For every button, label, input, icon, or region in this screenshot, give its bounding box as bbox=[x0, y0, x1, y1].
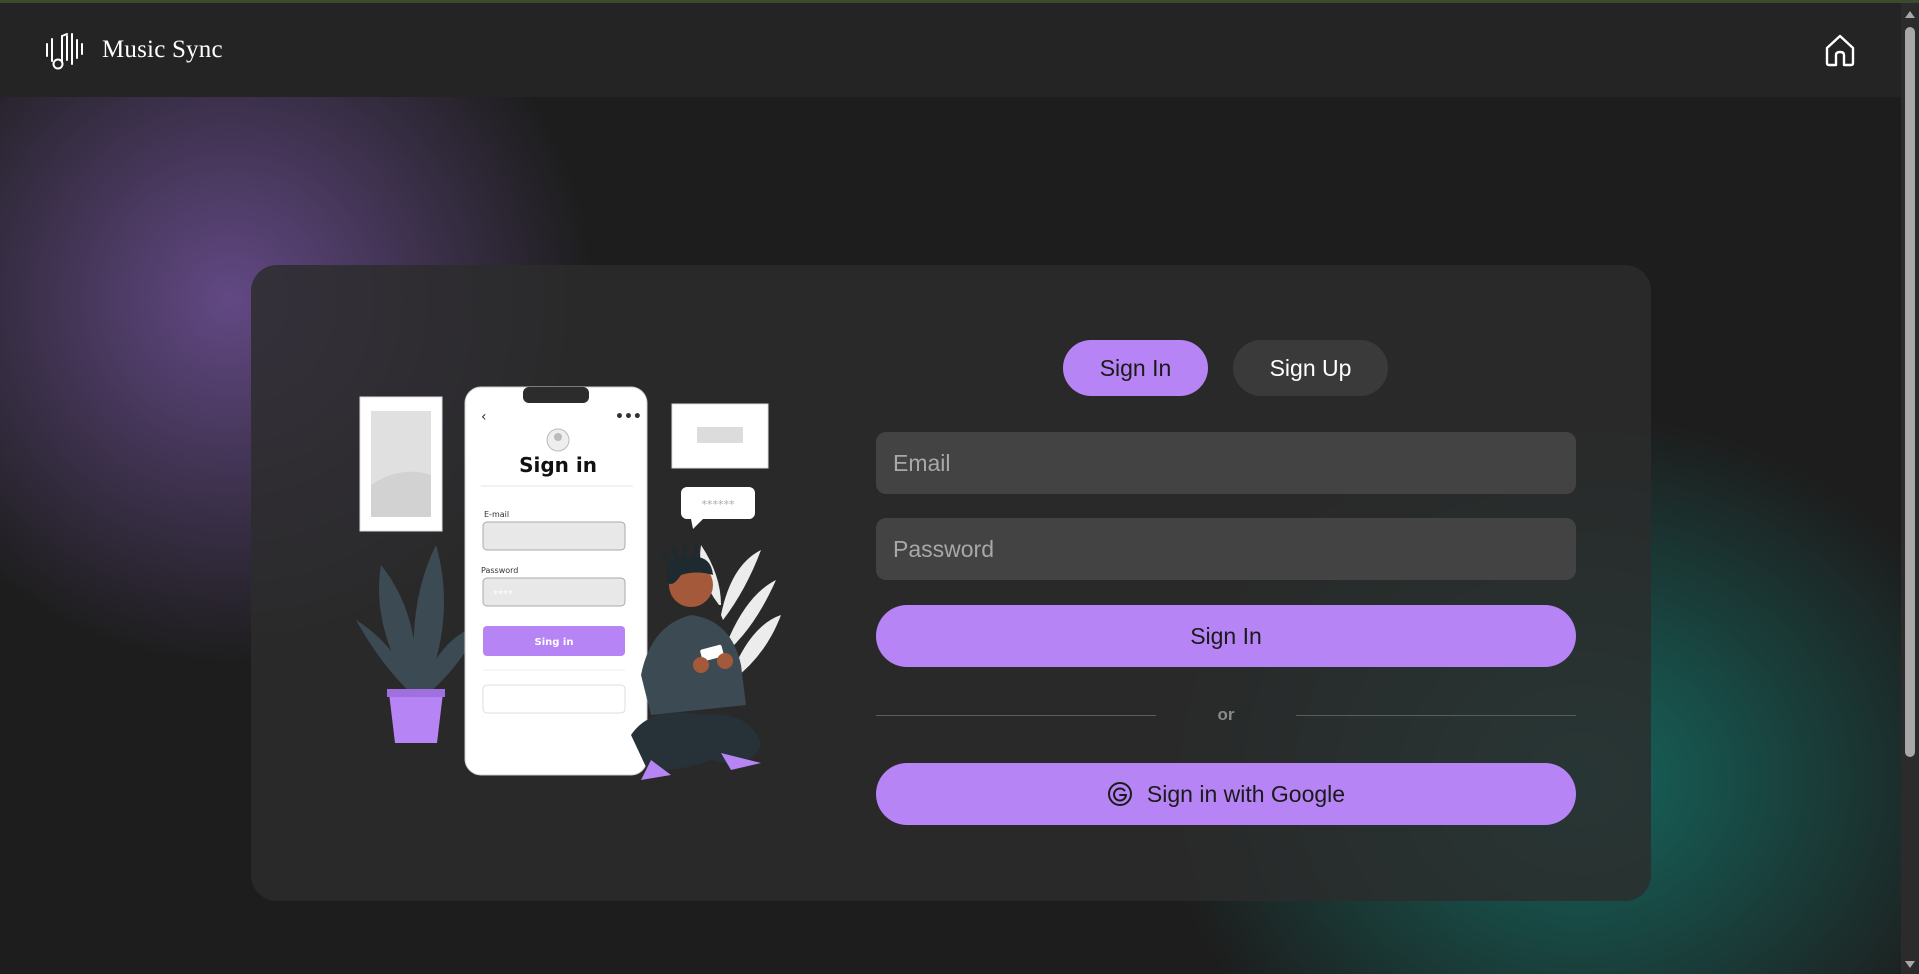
brand-name: Music Sync bbox=[102, 36, 223, 63]
home-button[interactable] bbox=[1823, 32, 1857, 68]
illus-password-label: Password bbox=[481, 566, 518, 575]
google-sign-in-label: Sign in with Google bbox=[1146, 780, 1346, 807]
email-input[interactable] bbox=[876, 432, 1576, 494]
sign-in-button-label: Sign In bbox=[1190, 622, 1262, 649]
illus-password-mask: **** bbox=[493, 589, 513, 600]
sign-in-illustration: ‹ ••• Sign in E-mail Password **** Sing … bbox=[356, 386, 781, 780]
illus-email-label: E-mail bbox=[484, 510, 509, 519]
auth-card: ‹ ••• Sign in E-mail Password **** Sing … bbox=[251, 265, 1651, 901]
password-input[interactable] bbox=[876, 518, 1576, 580]
page-scrollbar[interactable] bbox=[1901, 3, 1919, 974]
svg-text:•••: ••• bbox=[615, 409, 642, 425]
top-navbar: Music Sync bbox=[0, 3, 1901, 97]
illus-bubble-text: ****** bbox=[702, 498, 736, 511]
music-note-waveform-icon bbox=[46, 33, 83, 70]
google-g-icon bbox=[1107, 782, 1132, 806]
svg-text:‹: ‹ bbox=[481, 409, 487, 425]
home-icon bbox=[1825, 34, 1855, 67]
or-divider: or bbox=[876, 705, 1576, 725]
google-sign-in-button[interactable]: Sign in with Google bbox=[876, 763, 1576, 825]
scroll-down-arrow-icon[interactable] bbox=[1905, 961, 1915, 968]
sign-in-button[interactable]: Sign In bbox=[876, 605, 1576, 667]
scroll-thumb[interactable] bbox=[1905, 27, 1915, 757]
illus-button-label: Sing in bbox=[535, 637, 574, 648]
brand[interactable]: Music Sync bbox=[44, 30, 223, 70]
tab-sign-in[interactable]: Sign In bbox=[1063, 340, 1208, 396]
scroll-up-arrow-icon[interactable] bbox=[1905, 11, 1915, 18]
tab-sign-up[interactable]: Sign Up bbox=[1233, 340, 1388, 396]
divider-line-right bbox=[1296, 715, 1576, 716]
illus-phone-title: Sign in bbox=[519, 453, 597, 477]
auth-tabs: Sign In Sign Up bbox=[1063, 340, 1388, 396]
